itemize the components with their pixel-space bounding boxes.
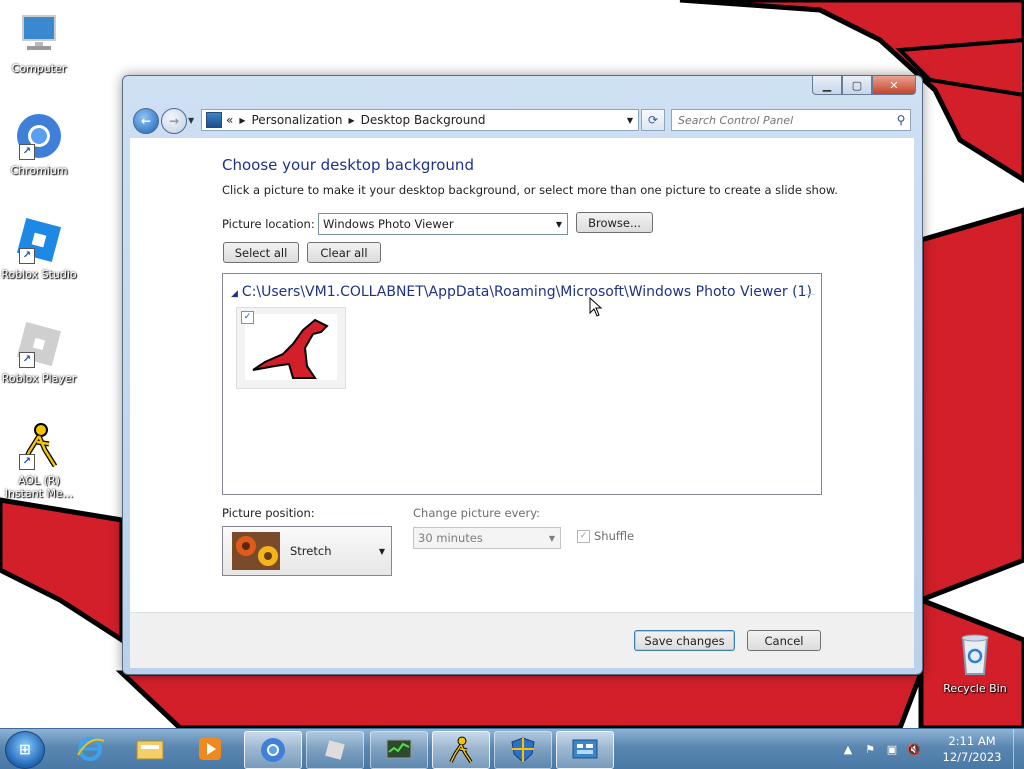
chromium-icon[interactable]: [244, 731, 302, 769]
thumbnail-checkbox[interactable]: ✓: [241, 311, 254, 324]
gallery-group-title: C:\Users\VM1.COLLABNET\AppData\Roaming\M…: [241, 284, 812, 300]
breadcrumb-separator-icon[interactable]: ▶: [348, 116, 354, 125]
gallery-group-header[interactable]: ◢ C:\Users\VM1.COLLABNET\AppData\Roaming\…: [231, 284, 812, 300]
address-dropdown-icon[interactable]: ▼: [622, 116, 638, 125]
change-picture-label: Change picture every:: [413, 506, 541, 520]
roblox-player-icon: ↗: [15, 320, 63, 368]
page-instructions: Click a picture to make it your desktop …: [222, 183, 838, 197]
search-icon[interactable]: ⚲: [892, 113, 910, 127]
control-panel-icon[interactable]: [556, 731, 614, 769]
computer-icon: [15, 10, 63, 58]
shortcut-arrow-icon: ↗: [19, 248, 35, 264]
performance-monitor-icon[interactable]: [370, 731, 428, 769]
shortcut-arrow-icon: ↗: [19, 144, 35, 160]
navigation-bar: ← → ▼ « ▶ Personalization ▶ Desktop Back…: [131, 106, 914, 134]
desktop-icon-recycle-bin[interactable]: Recycle Bin: [935, 630, 1015, 695]
group-divider: [805, 294, 815, 295]
desktop-icon-roblox-studio[interactable]: ↗ Roblox Studio: [0, 216, 79, 281]
desktop-background-window: ▁ ▢ ✕ ← → ▼ « ▶ Personalization ▶ Deskto…: [122, 75, 923, 675]
show-hidden-icons-icon[interactable]: ▲: [840, 741, 856, 757]
save-changes-button[interactable]: Save changes: [634, 630, 735, 651]
clock-date: 12/7/2023: [942, 750, 1002, 764]
search-box[interactable]: ⚲: [671, 109, 911, 131]
shuffle-checkbox[interactable]: ✓ Shuffle: [577, 529, 634, 543]
chevron-down-icon: ▼: [378, 546, 385, 556]
desktop-icon-roblox-player[interactable]: ↗ Roblox Player: [0, 320, 79, 385]
cancel-button[interactable]: Cancel: [747, 630, 821, 651]
desktop-icon-chromium[interactable]: ↗ Chromium: [0, 112, 79, 177]
forward-button[interactable]: →: [161, 108, 187, 134]
chromium-icon: ↗: [15, 112, 63, 160]
search-input[interactable]: [672, 112, 892, 128]
control-panel-icon: [206, 112, 222, 128]
picture-thumbnail[interactable]: ✓: [236, 307, 346, 389]
shortcut-arrow-icon: ↗: [19, 352, 35, 368]
collapse-icon[interactable]: ◢: [231, 289, 238, 299]
taskbar: ⊞ ▲ ⚑ ▣ 🔇 2:11 AM 12/7/2023: [0, 728, 1024, 769]
network-disconnected-icon[interactable]: ▣: [884, 741, 900, 757]
roblox-studio-icon: ↗: [15, 216, 63, 264]
shuffle-check-icon[interactable]: ✓: [577, 529, 590, 543]
select-all-button[interactable]: Select all: [223, 242, 299, 263]
taskbar-clock[interactable]: 2:11 AM 12/7/2023: [932, 733, 1012, 765]
breadcrumb-separator-icon[interactable]: ▶: [239, 116, 245, 125]
picture-gallery[interactable]: ◢ C:\Users\VM1.COLLABNET\AppData\Roaming\…: [222, 273, 822, 495]
mouse-cursor-icon: [589, 297, 603, 317]
show-desktop-button[interactable]: [1013, 729, 1024, 769]
change-picture-value: 30 minutes: [418, 531, 483, 545]
volume-muted-icon[interactable]: 🔇: [906, 741, 922, 757]
content-pane: Choose your desktop background Click a p…: [130, 138, 914, 612]
picture-position-label: Picture position:: [222, 506, 315, 520]
breadcrumb-overflow[interactable]: «: [226, 113, 233, 127]
address-bar[interactable]: « ▶ Personalization ▶ Desktop Background…: [201, 109, 639, 131]
shortcut-arrow-icon: ↗: [19, 454, 35, 470]
media-player-icon[interactable]: [182, 731, 238, 767]
windows-explorer-icon[interactable]: [122, 731, 178, 767]
internet-explorer-icon[interactable]: [62, 731, 118, 767]
flowers-preview-icon: [232, 532, 280, 570]
picture-location-label: Picture location:: [222, 217, 315, 231]
breadcrumb-desktop-background[interactable]: Desktop Background: [361, 113, 486, 127]
roblox-icon[interactable]: [306, 731, 364, 769]
shuffle-label: Shuffle: [594, 529, 635, 543]
desktop-icon-aol-instant-messenger[interactable]: ↗ AOL (R) Instant Me...: [0, 422, 79, 500]
picture-position-select[interactable]: Stretch ▼: [222, 526, 392, 576]
dialog-footer: Save changes Cancel: [130, 612, 914, 668]
security-center-icon[interactable]: [494, 731, 552, 769]
aol-instant-messenger-icon[interactable]: [432, 731, 490, 769]
desktop-icon-computer[interactable]: Computer: [0, 10, 79, 75]
browse-button[interactable]: Browse...: [576, 212, 653, 233]
breadcrumb-personalization[interactable]: Personalization: [252, 113, 343, 127]
chevron-down-icon: ▼: [555, 219, 563, 229]
clock-time: 2:11 AM: [948, 734, 996, 748]
picture-position-value: Stretch: [290, 544, 332, 558]
caption-buttons: ▁ ▢ ✕: [812, 76, 916, 95]
aol-instant-messenger-icon: ↗: [15, 422, 63, 470]
change-picture-select[interactable]: 30 minutes ▼: [413, 527, 561, 549]
red-dinosaur-thumbnail: [245, 314, 337, 380]
recycle-bin-icon: [951, 630, 999, 678]
picture-location-value: Windows Photo Viewer: [323, 217, 454, 231]
refresh-button[interactable]: ⟳: [641, 109, 665, 131]
picture-location-select[interactable]: Windows Photo Viewer ▼: [318, 213, 568, 235]
action-center-alert-icon[interactable]: ⚑: [862, 741, 878, 757]
maximize-button[interactable]: ▢: [842, 76, 872, 95]
page-title: Choose your desktop background: [222, 156, 474, 174]
start-button[interactable]: ⊞: [5, 731, 45, 769]
back-button[interactable]: ←: [133, 108, 159, 134]
recent-pages-dropdown[interactable]: ▼: [188, 116, 194, 125]
chevron-down-icon: ▼: [548, 533, 556, 543]
minimize-button[interactable]: ▁: [812, 76, 842, 95]
close-button[interactable]: ✕: [872, 76, 916, 95]
clear-all-button[interactable]: Clear all: [307, 242, 381, 263]
